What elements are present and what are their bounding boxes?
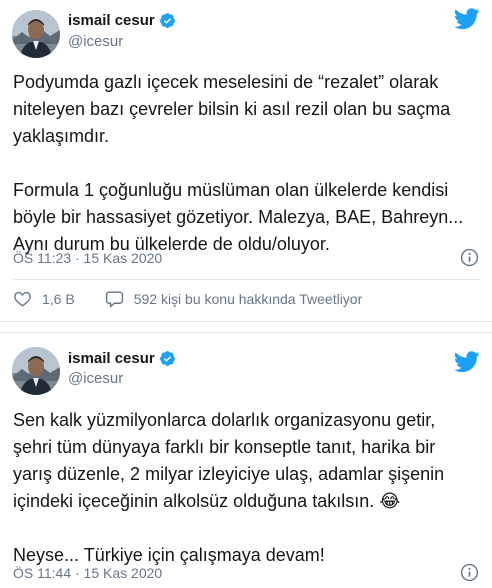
tweet-actions: 1,6 B 592 kişi bu konu hakkında Tweetliy… xyxy=(13,289,362,308)
like-button[interactable]: 1,6 B xyxy=(13,289,75,308)
verified-badge-icon xyxy=(159,13,175,28)
author-name[interactable]: ismail cesur xyxy=(68,350,155,367)
tweet-text: Sen kalk yüzmilyonlarca dolarlık organiz… xyxy=(13,410,445,565)
twitter-bird-icon[interactable] xyxy=(454,8,480,30)
info-icon[interactable] xyxy=(460,563,479,582)
divider xyxy=(13,279,479,280)
tweet-text: Podyumda gazlı içecek meselesini de “rez… xyxy=(13,72,464,254)
info-icon[interactable] xyxy=(460,248,479,267)
avatar-photo xyxy=(12,10,60,58)
avatar[interactable] xyxy=(12,10,60,58)
author-name-row[interactable]: ismail cesur xyxy=(68,12,176,29)
tweet-card[interactable]: ismail cesur @icesur Sen kalk yüzmilyonl… xyxy=(0,332,492,588)
tweet-timestamp[interactable]: ÖS 11:44 · 15 Kas 2020 xyxy=(13,565,162,581)
like-count: 1,6 B xyxy=(42,290,75,307)
author-handle[interactable]: @icesur xyxy=(68,33,123,50)
tweet-card[interactable]: ismail cesur @icesur Podyumda gazlı içec… xyxy=(0,0,492,322)
author-name[interactable]: ismail cesur xyxy=(68,12,155,29)
tweet-timestamp[interactable]: ÖS 11:23 · 15 Kas 2020 xyxy=(13,250,162,266)
author-handle[interactable]: @icesur xyxy=(68,370,123,387)
avatar-photo xyxy=(12,347,60,395)
tweeting-count-label: 592 kişi bu konu hakkında Tweetliyor xyxy=(133,290,363,307)
speech-bubble-icon xyxy=(105,291,123,308)
author-name-row[interactable]: ismail cesur xyxy=(68,350,176,367)
tweet-separator xyxy=(0,322,492,332)
twitter-bird-icon[interactable] xyxy=(454,351,480,373)
heart-icon xyxy=(14,291,31,307)
tweeting-about-button[interactable]: 592 kişi bu konu hakkında Tweetliyor xyxy=(105,289,363,308)
verified-badge-icon xyxy=(159,351,175,366)
avatar[interactable] xyxy=(12,347,60,395)
